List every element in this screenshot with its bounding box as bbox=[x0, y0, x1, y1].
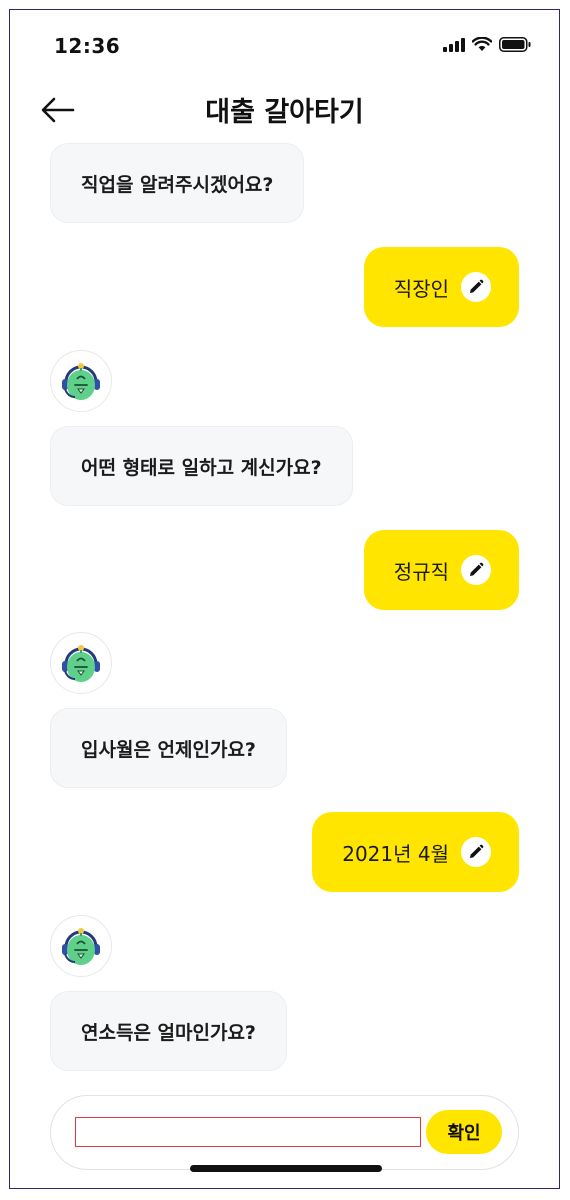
edit-answer-button[interactable] bbox=[461, 837, 491, 867]
answer-input-bar: 확인 bbox=[50, 1095, 519, 1170]
user-answer-occupation[interactable]: 직장인 bbox=[363, 247, 519, 327]
robot-avatar-icon bbox=[62, 363, 100, 400]
edit-answer-button[interactable] bbox=[461, 555, 491, 585]
wifi-icon bbox=[472, 37, 492, 51]
bot-avatar bbox=[50, 350, 112, 412]
answer-input[interactable] bbox=[75, 1117, 421, 1147]
home-indicator bbox=[190, 1165, 382, 1172]
pencil-icon bbox=[470, 279, 484, 293]
robot-avatar-icon bbox=[62, 645, 100, 682]
pencil-icon bbox=[470, 562, 484, 576]
user-answer-join-month[interactable]: 2021년 4월 bbox=[312, 812, 519, 892]
bot-message-work-type: 어떤 형태로 일하고 계신가요? bbox=[50, 426, 353, 506]
status-time: 12:36 bbox=[54, 34, 121, 58]
confirm-button[interactable]: 확인 bbox=[426, 1110, 502, 1154]
bot-message-annual-income: 연소득은 얼마인가요? bbox=[50, 991, 287, 1071]
answer-text: 2021년 4월 bbox=[342, 841, 449, 866]
user-answer-work-type[interactable]: 정규직 bbox=[363, 530, 519, 610]
bot-avatar bbox=[50, 632, 112, 694]
app-screen: 12:36 대출 갈아타기 직업을 알려주시겠어요? 직장인 어떤 형태로 일하… bbox=[9, 9, 560, 1189]
status-icons bbox=[443, 37, 531, 52]
answer-text: 직장인 bbox=[393, 276, 449, 301]
pencil-icon bbox=[470, 844, 484, 858]
answer-text: 정규직 bbox=[393, 559, 449, 584]
page-title: 대출 갈아타기 bbox=[205, 97, 364, 128]
bot-message-occupation: 직업을 알려주시겠어요? bbox=[50, 143, 305, 223]
bot-avatar bbox=[50, 915, 112, 977]
edit-answer-button[interactable] bbox=[461, 272, 491, 302]
battery-icon bbox=[499, 37, 531, 52]
robot-avatar-icon bbox=[62, 928, 100, 965]
bot-message-join-month: 입사월은 언제인가요? bbox=[50, 708, 287, 788]
signal-icon bbox=[443, 37, 465, 52]
